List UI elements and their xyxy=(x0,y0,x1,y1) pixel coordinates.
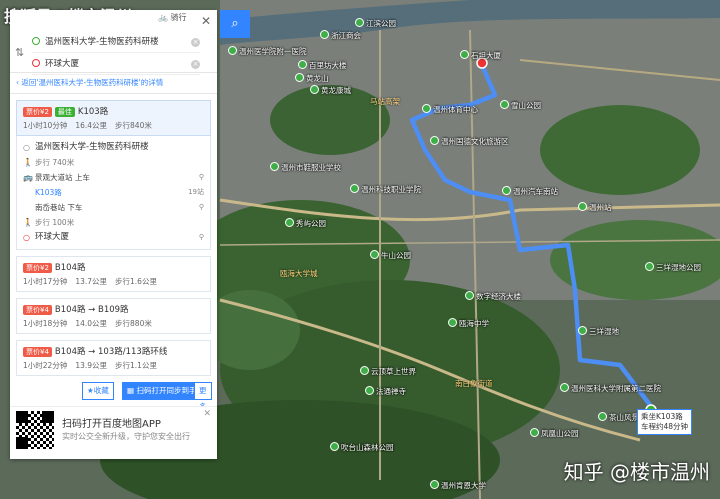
back-link[interactable]: ‹ 返回'温州医科大学-生物医药科研楼'的详情 xyxy=(10,73,217,94)
plan-item[interactable]: 票价¥2 B104路 1小时17分钟 13.7公里 步行1.6公里 xyxy=(16,256,211,292)
mode-label: 骑行 xyxy=(170,13,187,22)
map-label[interactable]: 江滨公园 xyxy=(355,18,396,29)
clear-end-icon[interactable]: × xyxy=(191,60,200,69)
end-dot-icon xyxy=(32,59,40,67)
route-panel: 🚲 骑行 ✕ ⇅ 温州医科大学-生物医药科研楼 × 环球大厦 × ‹ 返回'温州… xyxy=(10,10,217,459)
map-label[interactable]: 温州医学院附一医院 xyxy=(228,46,307,57)
close-icon[interactable]: ✕ xyxy=(203,409,211,419)
swap-icon[interactable]: ⇅ xyxy=(15,46,24,59)
promo-title: 扫码打开百度地图APP xyxy=(62,419,161,430)
bike-icon: 🚲 xyxy=(158,13,168,22)
collect-button[interactable]: ★收藏 xyxy=(82,382,114,400)
map-label[interactable]: 温州体育中心 xyxy=(422,104,478,115)
plan-time: 1小时10分钟 xyxy=(23,121,68,130)
plan-item[interactable]: 票价¥4 B104路 → B109路 1小时18分钟 14.0公里 步行880米 xyxy=(16,298,211,334)
walk-icon: 🚶 xyxy=(23,218,33,227)
step-walk: 🚶 步行 740米 xyxy=(23,155,204,170)
end-value: 环球大厦 xyxy=(45,59,80,69)
bike-mode-tab[interactable]: 🚲 骑行 xyxy=(158,12,187,23)
plan-item[interactable]: 票价¥2 最佳 K103路 1小时10分钟 16.4公里 步行840米 xyxy=(16,100,211,136)
map-label[interactable]: 雪山公园 xyxy=(500,100,541,111)
map-label[interactable]: 温州国德文化旅游区 xyxy=(430,136,509,147)
action-bar: ★收藏 ▦ 扫码打开同步到手机 更多 xyxy=(16,382,212,411)
plan-route: B104路 → 103路/113路环线 xyxy=(54,347,168,357)
map-label[interactable]: 温州市鞋服业学校 xyxy=(270,162,341,173)
close-icon[interactable]: ✕ xyxy=(201,14,211,28)
route-info-bubble[interactable]: 乘坐K103路 车程约48分钟 xyxy=(637,409,693,435)
map-label[interactable]: 石坦大厦 xyxy=(460,50,501,61)
bus-icon: 🚌 xyxy=(23,173,33,182)
map-label[interactable]: 凤凰山公园 xyxy=(530,428,579,439)
more-button[interactable]: 更多 xyxy=(194,382,212,411)
map-label[interactable]: 温州汽车南站 xyxy=(502,186,558,197)
map-label[interactable]: 牛山公园 xyxy=(370,250,411,261)
map-label[interactable]: 温州医科大学附属第二医院 xyxy=(560,383,661,394)
end-field[interactable]: 环球大厦 × xyxy=(32,54,200,75)
map-label[interactable]: 黄龙康城 xyxy=(310,85,351,96)
stop-count: 19站 xyxy=(188,188,204,196)
walk-icon: 🚶 xyxy=(23,158,33,167)
map-label: 马站高架 xyxy=(370,97,400,106)
price-badge: 票价¥2 xyxy=(23,107,52,117)
star-icon: ★ xyxy=(87,386,94,395)
map-label[interactable]: 黄龙山 xyxy=(295,73,329,84)
plan-distance: 16.4公里 xyxy=(75,121,108,130)
map-label[interactable]: 温州科技职业学院 xyxy=(350,184,421,195)
map-label[interactable]: 法通禅寺 xyxy=(365,386,406,397)
map-label: 瓯海大学城 xyxy=(280,269,318,278)
plan-route: B104路 → B109路 xyxy=(54,305,129,315)
start-dot-icon: ○ xyxy=(23,143,30,152)
step-start: ○ 温州医科大学-生物医药科研楼 xyxy=(23,140,204,155)
end-dot-icon: ○ xyxy=(23,233,30,242)
map-label[interactable]: 温州肯恩大学 xyxy=(430,480,486,491)
map-label[interactable]: 三垟湿地公园 xyxy=(645,262,701,273)
map-label[interactable]: 数字经济大楼 xyxy=(465,291,521,302)
route-search-bar: 🚲 骑行 ✕ ⇅ 温州医科大学-生物医药科研楼 × 环球大厦 × xyxy=(10,10,217,75)
step-board[interactable]: 🚌 景观大道站 上车 ⚲ xyxy=(23,170,204,185)
step-alight[interactable]: 南岙巷站 下车 ⚲ xyxy=(23,200,204,215)
start-field[interactable]: 温州医科大学-生物医药科研楼 × xyxy=(32,32,200,53)
map-label[interactable]: 百里坊大楼 xyxy=(298,60,347,71)
map-label[interactable]: 吹台山森林公园 xyxy=(330,442,394,453)
plan-walk: 步行840米 xyxy=(115,121,152,130)
start-value: 温州医科大学-生物医药科研楼 xyxy=(45,37,159,47)
location-pin-icon[interactable]: ⚲ xyxy=(199,170,204,185)
plan-route: K103路 xyxy=(77,107,109,117)
watermark-bottom: 知乎 @楼市温州 xyxy=(563,460,710,484)
price-badge: 票价¥2 xyxy=(23,263,52,273)
qr-code-icon xyxy=(16,411,54,449)
app-promo[interactable]: 扫码打开百度地图APP 实时公交全新升级，守护您安全出行 ✕ xyxy=(10,406,217,459)
back-link-label: 返回'温州医科大学-生物医药科研楼'的详情 xyxy=(21,78,164,87)
step-line[interactable]: K103路 19站 xyxy=(23,185,204,200)
search-button[interactable]: ⌕ xyxy=(220,10,250,38)
plan-route: B104路 xyxy=(54,263,86,273)
bubble-line1: 乘坐K103路 xyxy=(641,412,683,421)
map-label[interactable]: 浙江商会 xyxy=(320,30,361,41)
map-label[interactable]: 秀屿公园 xyxy=(285,218,326,229)
promo-subtitle: 实时公交全新升级，守护您安全出行 xyxy=(62,432,190,441)
clear-start-icon[interactable]: × xyxy=(191,38,200,47)
map-label[interactable]: 温州站 xyxy=(578,202,612,213)
start-dot-icon xyxy=(32,37,40,45)
location-pin-icon[interactable]: ⚲ xyxy=(199,230,204,245)
map-label: 南白象街道 xyxy=(455,379,493,388)
map-label[interactable]: 云顶草上世界 xyxy=(360,366,416,377)
map-label[interactable]: 瓯海中学 xyxy=(448,318,489,329)
step-end: ○ 环球大厦 ⚲ xyxy=(23,230,204,245)
plan-item[interactable]: 票价¥4 B104路 → 103路/113路环线 1小时22分钟 13.9公里 步行1… xyxy=(16,340,211,376)
price-badge: 票价¥4 xyxy=(23,347,52,357)
map-label[interactable]: 三垟湿地 xyxy=(578,326,619,337)
best-badge: 最佳 xyxy=(54,107,75,117)
plan-steps: ○ 温州医科大学-生物医药科研楼 🚶 步行 740米 🚌 景观大道站 上车 ⚲ K103… xyxy=(16,136,211,250)
bubble-line2: 车程约48分钟 xyxy=(641,422,689,431)
step-walk: 🚶 步行 100米 xyxy=(23,215,204,230)
price-badge: 票价¥4 xyxy=(23,305,52,315)
search-icon: ⌕ xyxy=(231,16,239,31)
location-pin-icon[interactable]: ⚲ xyxy=(199,200,204,215)
